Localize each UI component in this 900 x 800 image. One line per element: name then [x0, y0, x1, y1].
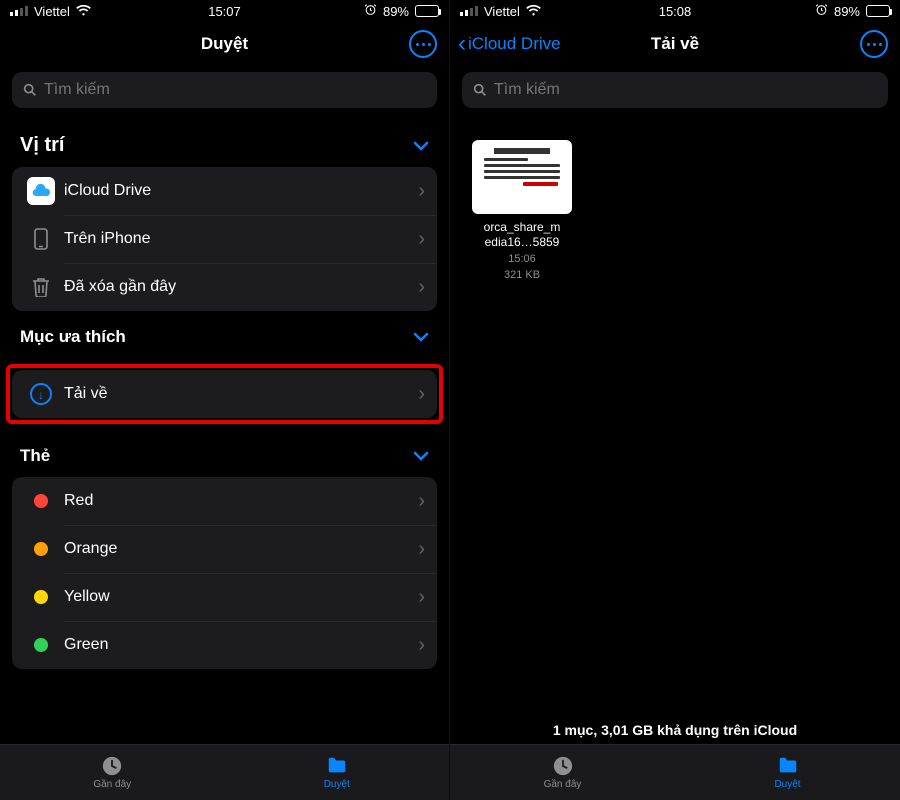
row-label: Red — [58, 492, 418, 510]
tag-color-dot — [34, 638, 48, 652]
search-input[interactable] — [494, 81, 878, 99]
page-title: Duyệt — [201, 34, 248, 54]
tags-list: Red › Orange › Yellow › Green › — [12, 477, 437, 669]
chevron-right-icon: › — [418, 634, 425, 657]
battery-icon — [415, 5, 439, 17]
search-icon — [22, 82, 38, 98]
clock-icon — [100, 755, 124, 777]
tab-recents[interactable]: Gần đây — [450, 745, 675, 800]
chevron-down-icon — [413, 134, 429, 157]
chevron-right-icon: › — [418, 586, 425, 609]
folder-icon — [325, 755, 349, 777]
status-bar: Viettel 15:08 89% — [450, 0, 900, 22]
row-label: Yellow — [58, 588, 418, 606]
folder-icon — [776, 755, 800, 777]
highlight-downloads: ↓ Tải về › — [6, 364, 443, 424]
carrier-label: Viettel — [34, 4, 70, 19]
signal-icon — [460, 6, 478, 16]
row-label: Trên iPhone — [58, 230, 418, 248]
chevron-right-icon: › — [418, 276, 425, 299]
search-input[interactable] — [44, 81, 427, 99]
chevron-right-icon: › — [418, 538, 425, 561]
file-item[interactable]: orca_share_m edia16…5859 15:06 321 KB — [472, 140, 572, 283]
alarm-icon — [815, 3, 828, 19]
tab-label: Duyệt — [324, 779, 350, 790]
back-label: iCloud Drive — [468, 34, 561, 54]
wifi-icon — [76, 4, 91, 19]
icloud-icon — [27, 177, 55, 205]
chevron-down-icon — [413, 325, 429, 348]
row-label: Đã xóa gần đây — [58, 278, 418, 296]
search-icon — [472, 82, 488, 98]
tab-recents[interactable]: Gần đây — [0, 745, 225, 800]
row-label: iCloud Drive — [58, 182, 418, 200]
tag-red[interactable]: Red › — [12, 477, 437, 525]
chevron-right-icon: › — [418, 490, 425, 513]
tag-yellow[interactable]: Yellow › — [12, 573, 437, 621]
section-favorites-label: Mục ưa thích — [20, 327, 126, 347]
downloads-content: orca_share_m edia16…5859 15:06 321 KB — [450, 108, 900, 800]
file-time: 15:06 — [472, 252, 572, 266]
row-label: Orange — [58, 540, 418, 558]
location-icloud[interactable]: iCloud Drive › — [12, 167, 437, 215]
tab-label: Gần đây — [93, 779, 131, 790]
section-tags-label: Thẻ — [20, 446, 50, 466]
favorite-downloads[interactable]: ↓ Tải về › — [12, 370, 437, 418]
nav-bar: ‹ iCloud Drive Tải về — [450, 22, 900, 66]
nav-bar: Duyệt — [0, 22, 449, 66]
row-label: Tải về — [58, 385, 418, 403]
section-locations-label: Vị trí — [20, 134, 64, 157]
tab-bar: Gần đây Duyệt — [450, 744, 900, 800]
more-button[interactable] — [409, 30, 437, 58]
tab-browse[interactable]: Duyệt — [225, 745, 450, 800]
signal-icon — [10, 6, 28, 16]
battery-pct: 89% — [834, 4, 860, 19]
file-name: orca_share_m edia16…5859 — [472, 220, 572, 250]
locations-list: iCloud Drive › Trên iPhone › Đã xóa gần … — [12, 167, 437, 311]
chevron-right-icon: › — [418, 180, 425, 203]
trash-icon — [24, 277, 58, 297]
location-recently-deleted[interactable]: Đã xóa gần đây › — [12, 263, 437, 311]
chevron-left-icon: ‹ — [458, 32, 466, 56]
download-icon: ↓ — [30, 383, 52, 405]
chevron-right-icon: › — [418, 383, 425, 406]
chevron-right-icon: › — [418, 228, 425, 251]
tag-orange[interactable]: Orange › — [12, 525, 437, 573]
tag-color-dot — [34, 590, 48, 604]
back-button[interactable]: ‹ iCloud Drive — [458, 32, 561, 56]
iphone-icon — [24, 228, 58, 250]
file-thumbnail — [472, 140, 572, 214]
tab-browse[interactable]: Duyệt — [675, 745, 900, 800]
row-label: Green — [58, 636, 418, 654]
storage-status: 1 mục, 3,01 GB khả dụng trên iCloud — [450, 722, 900, 738]
battery-icon — [866, 5, 890, 17]
tag-green[interactable]: Green › — [12, 621, 437, 669]
search-field[interactable] — [462, 72, 888, 108]
status-bar: Viettel 15:07 89% — [0, 0, 449, 22]
browse-content: Vị trí iCloud Drive › Trên iP — [0, 108, 449, 800]
alarm-icon — [364, 3, 377, 19]
tag-color-dot — [34, 494, 48, 508]
file-size: 321 KB — [472, 268, 572, 282]
section-favorites-header[interactable]: Mục ưa thích — [12, 311, 437, 358]
tab-label: Duyệt — [774, 779, 800, 790]
section-tags-header[interactable]: Thẻ — [12, 430, 437, 477]
tab-label: Gần đây — [544, 779, 582, 790]
clock-icon — [551, 755, 575, 777]
tag-color-dot — [34, 542, 48, 556]
clock: 15:07 — [208, 4, 241, 19]
clock: 15:08 — [659, 4, 692, 19]
page-title: Tải về — [651, 34, 699, 54]
section-locations-header[interactable]: Vị trí — [12, 120, 437, 167]
more-button[interactable] — [860, 30, 888, 58]
tab-bar: Gần đây Duyệt — [0, 744, 449, 800]
screen-downloads: Viettel 15:08 89% ‹ iCloud Drive Tải về — [450, 0, 900, 800]
screen-browse: Viettel 15:07 89% Duyệt — [0, 0, 450, 800]
location-on-device[interactable]: Trên iPhone › — [12, 215, 437, 263]
search-field[interactable] — [12, 72, 437, 108]
carrier-label: Viettel — [484, 4, 520, 19]
chevron-down-icon — [413, 444, 429, 467]
wifi-icon — [526, 4, 541, 19]
battery-pct: 89% — [383, 4, 409, 19]
